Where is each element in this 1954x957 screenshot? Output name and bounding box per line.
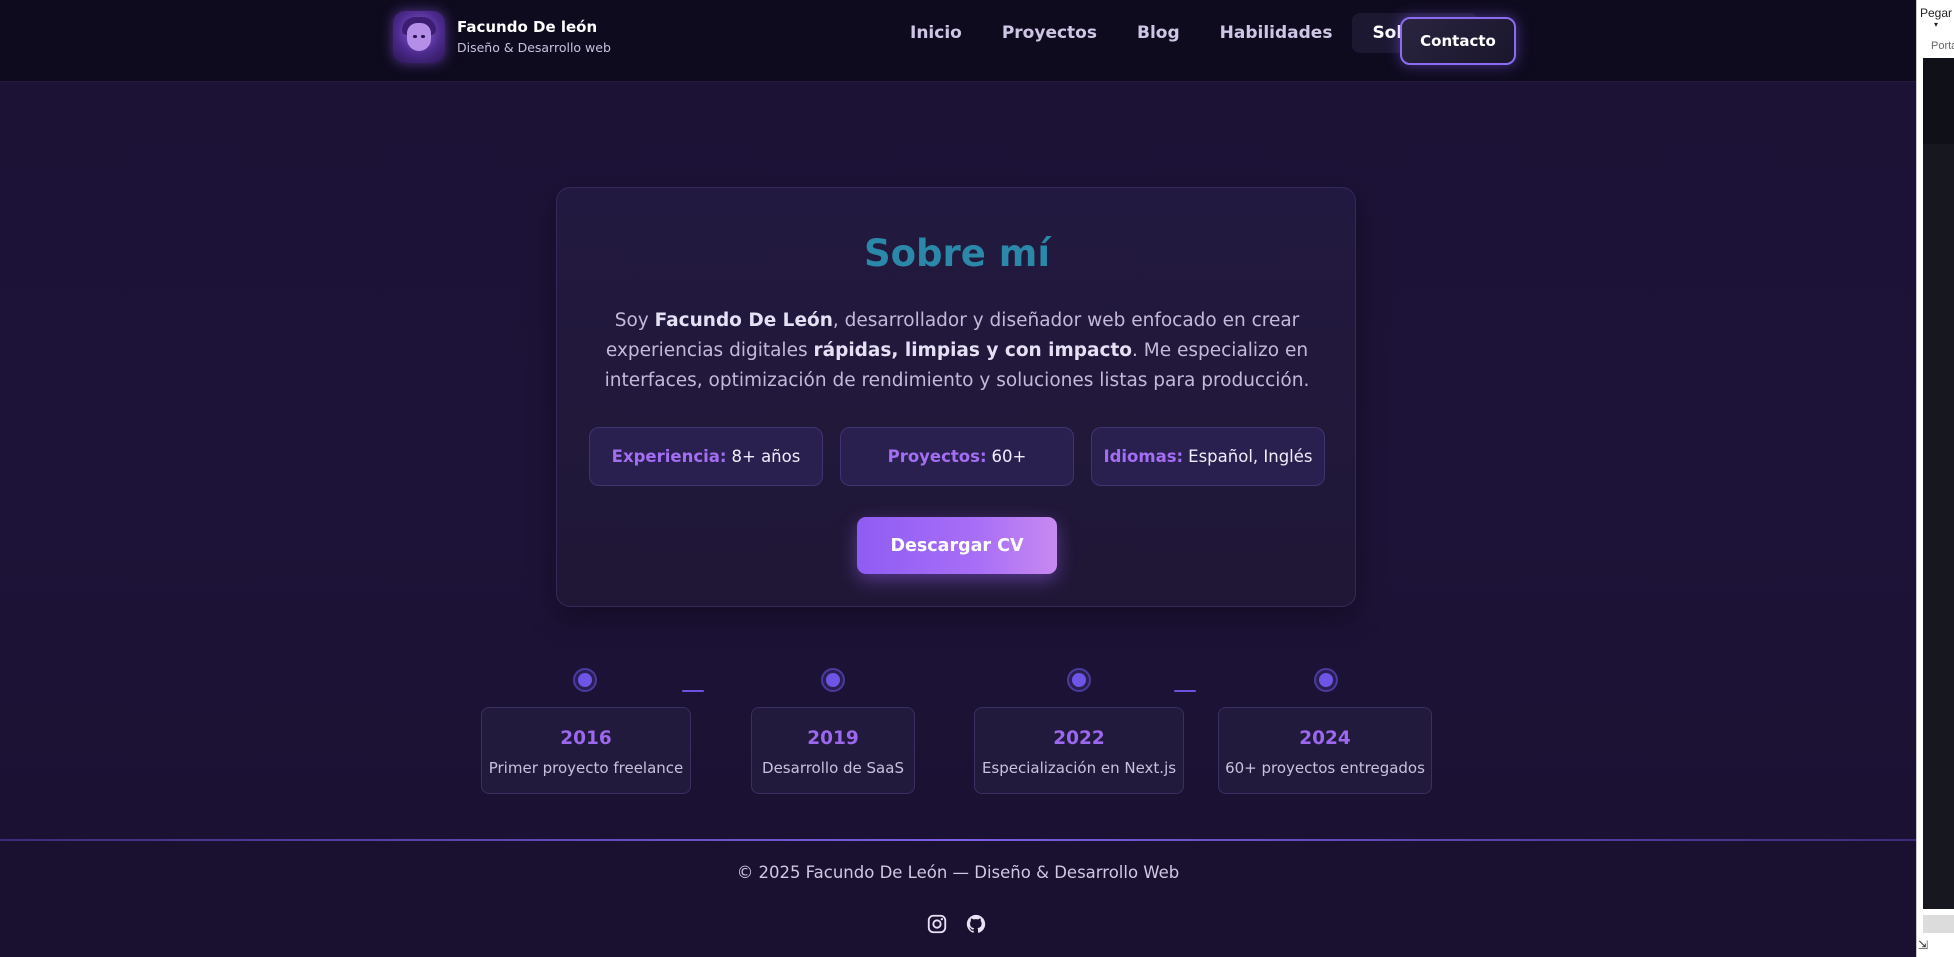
- timeline-item: 2019 Desarrollo de SaaS: [751, 707, 915, 794]
- contact-button[interactable]: Contacto: [1400, 17, 1516, 65]
- stat-proyectos: Proyectos: 60+: [840, 427, 1074, 486]
- timeline-text: 60+ proyectos entregados: [1225, 759, 1425, 777]
- clipboard-group-label: Porta: [1931, 40, 1954, 52]
- download-cv-button[interactable]: Descargar CV: [857, 517, 1057, 574]
- timeline-year: 2016: [560, 728, 612, 749]
- timeline-dot: [1316, 670, 1336, 690]
- stat-label: Idiomas:: [1103, 447, 1184, 466]
- side-panel: [1923, 144, 1954, 909]
- clipped-side-app: Pegar ▾ Porta ⇲: [1916, 0, 1954, 957]
- paste-button[interactable]: Pegar: [1920, 6, 1952, 20]
- site-footer: © 2025 Facundo De León — Diseño & Desarr…: [0, 841, 1916, 957]
- brand[interactable]: Facundo De león Diseño & Desarrollo web: [393, 11, 611, 63]
- stat-value: 60+: [991, 447, 1027, 466]
- about-stats: Experiencia: 8+ años Proyectos: 60+ Idio…: [589, 427, 1325, 486]
- about-name: Facundo De León: [654, 310, 833, 331]
- timeline-year: 2022: [1053, 728, 1105, 749]
- side-preview: [1923, 58, 1954, 144]
- nav-item-proyectos[interactable]: Proyectos: [982, 13, 1117, 53]
- brand-subtitle: Diseño & Desarrollo web: [457, 40, 611, 55]
- about-card: Sobre mí Soy Facundo De León, desarrolla…: [556, 187, 1356, 607]
- resize-handle-icon[interactable]: ⇲: [1918, 938, 1928, 952]
- page: Facundo De león Diseño & Desarrollo web …: [0, 0, 1916, 957]
- timeline-item: 2024 60+ proyectos entregados: [1218, 707, 1432, 794]
- nav-item-habilidades[interactable]: Habilidades: [1200, 13, 1353, 53]
- timeline-text: Desarrollo de SaaS: [762, 759, 904, 777]
- stat-label: Proyectos:: [887, 447, 987, 466]
- about-description: Soy Facundo De León, desarrollador y dis…: [604, 310, 1310, 391]
- nav-item-blog[interactable]: Blog: [1117, 13, 1200, 53]
- avatar: [393, 11, 445, 63]
- timeline-text: Primer proyecto freelance: [488, 759, 684, 777]
- side-scrollbar[interactable]: [1923, 915, 1954, 933]
- timeline-year: 2019: [807, 728, 859, 749]
- timeline-text: Especialización en Next.js: [981, 759, 1177, 777]
- main-nav: Inicio Proyectos Blog Habilidades Sobre …: [890, 13, 1478, 53]
- github-icon[interactable]: [965, 913, 987, 935]
- timeline-dot: [1069, 670, 1089, 690]
- timeline-dot: [823, 670, 843, 690]
- stat-experiencia: Experiencia: 8+ años: [589, 427, 823, 486]
- timeline-dot: [575, 670, 595, 690]
- about-title: Sobre mí: [863, 232, 1050, 275]
- copyright-text: © 2025 Facundo De León — Diseño & Desarr…: [736, 863, 1180, 882]
- about-emphasis: rápidas, limpias y con impacto: [813, 340, 1132, 361]
- timeline-connector: [682, 690, 704, 692]
- timeline-connector: [1174, 690, 1196, 692]
- instagram-icon[interactable]: [926, 913, 948, 935]
- site-header: Facundo De león Diseño & Desarrollo web …: [0, 0, 1916, 82]
- brand-name: Facundo De león: [457, 18, 598, 36]
- stat-label: Experiencia:: [611, 447, 727, 466]
- stat-value: 8+ años: [731, 447, 801, 466]
- timeline-item: 2016 Primer proyecto freelance: [481, 707, 691, 794]
- chevron-down-icon[interactable]: ▾: [1934, 20, 1938, 29]
- stat-value: Español, Inglés: [1188, 447, 1313, 466]
- social-links: [926, 913, 1004, 935]
- timeline-year: 2024: [1299, 728, 1351, 749]
- stat-idiomas: Idiomas: Español, Inglés: [1091, 427, 1325, 486]
- nav-item-inicio[interactable]: Inicio: [890, 13, 982, 53]
- timeline-item: 2022 Especialización en Next.js: [974, 707, 1184, 794]
